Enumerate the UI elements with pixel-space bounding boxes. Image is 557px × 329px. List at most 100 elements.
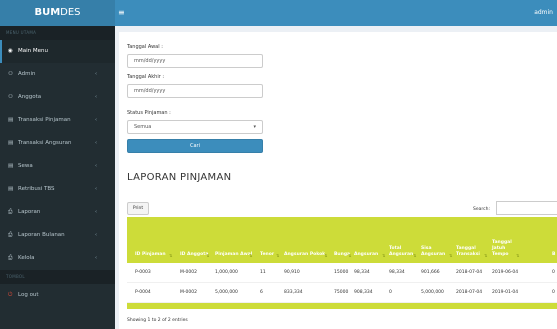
menu-toggle-icon[interactable]: ≡ bbox=[118, 8, 128, 18]
sort-icon: ⇅ bbox=[348, 253, 352, 258]
table-cell: 15000 bbox=[334, 270, 349, 275]
table-icon: ▤ bbox=[8, 117, 14, 123]
column-header[interactable]: B bbox=[552, 252, 557, 258]
table-cell: 98,334 bbox=[354, 270, 370, 275]
tanggal-akhir-input[interactable]: mm/dd/yyyy bbox=[127, 84, 263, 98]
table-icon: ▤ bbox=[8, 140, 14, 146]
table-cell: 2018-07-04 bbox=[456, 290, 483, 295]
users-icon: ⚇ bbox=[8, 94, 13, 100]
search-label: Search: bbox=[473, 207, 490, 212]
sidebar-item-logout[interactable]: ⏻ Log out bbox=[0, 284, 115, 307]
sidebar-item-retribusi-tbs[interactable]: ▤ Retribusi TBS ‹ bbox=[0, 178, 115, 201]
table-cell: 833,334 bbox=[284, 290, 303, 295]
column-header[interactable]: Angsuran Pokok bbox=[284, 252, 328, 258]
chevron-left-icon: ‹ bbox=[95, 94, 97, 100]
sidebar-header: MENU UTAMA bbox=[0, 26, 115, 40]
tanggal-akhir-label: Tanggal Akhir : bbox=[127, 74, 165, 80]
sort-icon: ⇅ bbox=[324, 253, 328, 258]
chevron-left-icon: ‹ bbox=[95, 71, 97, 77]
sort-icon: ⇅ bbox=[484, 253, 488, 258]
chevron-left-icon: ‹ bbox=[95, 140, 97, 146]
table-header: ID Pinjaman ⇅ ID Anggota ⇅ Pinjaman Awal ⇅ Ten… bbox=[127, 217, 557, 263]
sidebar-header-tombol: TOMBOL bbox=[0, 270, 115, 284]
print-icon: ⎙ bbox=[8, 255, 13, 261]
sort-icon: ⇅ bbox=[206, 253, 210, 258]
table-cell: P-0003 bbox=[135, 270, 151, 275]
chevron-down-icon: ▾ bbox=[253, 124, 256, 130]
power-icon: ⏻ bbox=[8, 292, 13, 298]
chevron-left-icon: ‹ bbox=[95, 232, 97, 238]
sidebar-item-label: Transaksi Angsuran bbox=[18, 140, 72, 146]
table-row: P-0003 M-0002 1,000,000 11 90,910 15000 98,334… bbox=[127, 263, 557, 283]
print-icon: ⎙ bbox=[8, 232, 13, 238]
chevron-left-icon: ‹ bbox=[95, 117, 97, 123]
sidebar-item-label: Kelola bbox=[18, 255, 35, 261]
sidebar-item-label: Main Menu bbox=[18, 48, 48, 54]
column-header[interactable]: ID Pinjaman bbox=[135, 252, 173, 258]
sidebar-item-anggota[interactable]: ⚇ Anggota ‹ bbox=[0, 86, 115, 109]
sort-icon: ⇅ bbox=[249, 253, 253, 258]
table-cell: 1,000,000 bbox=[215, 270, 238, 275]
users-icon: ⚇ bbox=[8, 71, 13, 77]
table-footer bbox=[127, 303, 557, 309]
table-cell: 0 bbox=[552, 270, 555, 275]
sidebar-item-label: Retribusi TBS bbox=[18, 186, 55, 192]
table-cell: 2018-07-04 bbox=[456, 270, 483, 275]
chevron-left-icon: ‹ bbox=[95, 186, 97, 192]
sort-icon: ⇅ bbox=[449, 253, 453, 258]
sort-icon: ⇅ bbox=[516, 253, 520, 258]
sidebar: MENU UTAMA ◉ Main Menu ⚇ Admin ‹ ⚇ Anggota ‹ ▤ Tr… bbox=[0, 26, 115, 329]
chevron-left-icon: ‹ bbox=[95, 255, 97, 261]
sort-icon: ⇅ bbox=[413, 253, 417, 258]
status-pinjaman-select[interactable]: Semua ▾ bbox=[127, 120, 263, 134]
table-cell: 908,334 bbox=[354, 290, 373, 295]
sidebar-item-admin[interactable]: ⚇ Admin ‹ bbox=[0, 63, 115, 86]
sidebar-item-label: Anggota bbox=[18, 94, 42, 100]
sort-icon: ⇅ bbox=[276, 253, 280, 258]
sidebar-item-laporan[interactable]: ⎙ Laporan ‹ bbox=[0, 201, 115, 224]
table-cell: 98,334 bbox=[389, 270, 405, 275]
table-cell: 2019-01-04 bbox=[492, 290, 519, 295]
user-menu[interactable]: admin bbox=[534, 0, 553, 26]
sidebar-item-sewa[interactable]: ▤ Sewa ‹ bbox=[0, 155, 115, 178]
table-cell: 5,000,000 bbox=[421, 290, 444, 295]
sidebar-item-label: Sewa bbox=[18, 163, 33, 169]
sidebar-item-kelola[interactable]: ⎙ Kelola ‹ bbox=[0, 247, 115, 270]
tanggal-awal-input[interactable]: mm/dd/yyyy bbox=[127, 54, 263, 68]
sidebar-item-label: Transaksi Pinjaman bbox=[18, 117, 71, 123]
column-header[interactable]: Pinjaman Awal bbox=[215, 252, 253, 258]
table-cell: P-0004 bbox=[135, 290, 151, 295]
sort-icon: ⇅ bbox=[169, 253, 173, 258]
top-navbar: BUMDES ≡ admin bbox=[0, 0, 557, 26]
sort-icon: ⇅ bbox=[382, 253, 386, 258]
table-cell: 6 bbox=[260, 290, 263, 295]
table-cell: 0 bbox=[389, 290, 392, 295]
sidebar-item-laporan-bulanan[interactable]: ⎙ Laporan Bulanan ‹ bbox=[0, 224, 115, 247]
main-content: Tanggal Awal : mm/dd/yyyy Tanggal Akhir … bbox=[115, 26, 557, 329]
table-row: P-0004 M-0002 5,000,000 6 833,334 75000 908,33… bbox=[127, 283, 557, 303]
sidebar-item-label: Admin bbox=[18, 71, 36, 77]
page-title: LAPORAN PINJAMAN bbox=[127, 172, 232, 183]
table-cell: 0 bbox=[552, 290, 555, 295]
sidebar-item-main-menu[interactable]: ◉ Main Menu bbox=[0, 40, 115, 63]
table-cell: 75000 bbox=[334, 290, 349, 295]
table-cell: 5,000,000 bbox=[215, 290, 238, 295]
print-icon: ⎙ bbox=[8, 209, 13, 215]
print-button[interactable]: Print bbox=[127, 202, 149, 215]
table-cell: 901,666 bbox=[421, 270, 440, 275]
table-info: Showing 1 to 2 of 2 entries bbox=[127, 318, 188, 323]
app-logo[interactable]: BUMDES bbox=[0, 0, 115, 26]
sidebar-item-transaksi-angsuran[interactable]: ▤ Transaksi Angsuran ‹ bbox=[0, 132, 115, 155]
sidebar-item-label: Laporan bbox=[18, 209, 41, 215]
table-cell: 90,910 bbox=[284, 270, 300, 275]
sidebar-item-label: Laporan Bulanan bbox=[18, 232, 65, 238]
sidebar-item-transaksi-pinjaman[interactable]: ▤ Transaksi Pinjaman ‹ bbox=[0, 109, 115, 132]
search-input[interactable] bbox=[496, 201, 557, 215]
chevron-left-icon: ‹ bbox=[95, 163, 97, 169]
report-box: Tanggal Awal : mm/dd/yyyy Tanggal Akhir … bbox=[119, 32, 557, 329]
cari-button[interactable]: Cari bbox=[127, 139, 263, 153]
status-pinjaman-label: Status Pinjaman : bbox=[127, 110, 171, 116]
table-cell: M-0002 bbox=[180, 270, 197, 275]
dashboard-icon: ◉ bbox=[8, 48, 13, 54]
tanggal-awal-label: Tanggal Awal : bbox=[127, 44, 163, 50]
